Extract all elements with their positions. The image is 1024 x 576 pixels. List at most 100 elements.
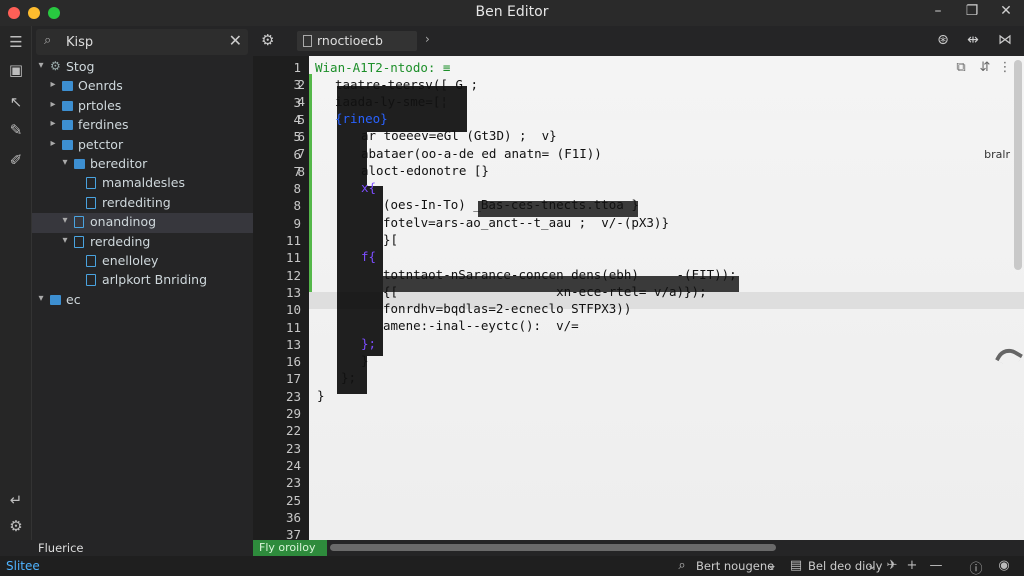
move-icon[interactable]: ⇹ — [963, 32, 983, 48]
minus-icon[interactable]: — — [928, 558, 944, 573]
code-line: {[ xn-ece-rtel= v/a)}); — [383, 284, 707, 299]
minimize-icon[interactable]: – — [928, 3, 948, 19]
tab-active[interactable]: rnoctioecb — [297, 31, 417, 51]
chevron-down-icon[interactable]: ▾ — [36, 60, 46, 71]
line-number: 16 — [285, 354, 301, 370]
tree-item[interactable]: rerdediting — [32, 194, 253, 213]
tree-item[interactable]: ▸ Oenrds — [32, 77, 253, 96]
code-line: ar toeeev=eGl (Gt3D) ; v} — [361, 128, 557, 143]
gear-icon[interactable]: ⚙ — [261, 31, 274, 49]
tree-item-label: ec — [66, 291, 81, 307]
vertical-scrollbar[interactable] — [1014, 60, 1022, 270]
file-icon — [86, 196, 96, 209]
search-input[interactable] — [66, 32, 216, 52]
status-left[interactable]: Slitee — [6, 559, 40, 573]
chevron-down-icon[interactable]: ▾ — [60, 235, 70, 246]
chevron-down-icon[interactable]: ⌄ — [764, 558, 780, 573]
file-icon — [86, 177, 96, 190]
tree-item-label: arlpkort Bnriding — [102, 272, 208, 288]
horizontal-scrollbar[interactable] — [330, 544, 776, 551]
clear-search-icon[interactable]: ✕ — [229, 31, 242, 50]
edit-icon[interactable]: ✐ — [4, 148, 28, 172]
tree-item[interactable]: enelloley — [32, 252, 253, 271]
more-icon[interactable]: ⋮ — [997, 60, 1013, 75]
chevron-right-icon[interactable]: ▸ — [48, 99, 58, 110]
chevron-right-icon[interactable]: ▸ — [48, 79, 58, 90]
open-preview-icon[interactable]: ⧉ — [953, 60, 969, 75]
tree-item-label: mamaldesles — [102, 175, 185, 191]
explorer-icon[interactable]: ▣ — [4, 58, 28, 82]
line-number-secondary: 4 — [297, 94, 305, 110]
gear-icon: ⚙ — [50, 59, 61, 73]
chevron-right-icon[interactable]: › — [425, 32, 430, 46]
panel-tab-active[interactable]: Fly oroiloy — [253, 540, 327, 556]
chevron-down-icon[interactable]: ▾ — [60, 215, 70, 226]
close-icon[interactable]: ✕ — [996, 3, 1016, 19]
line-number-secondary: 6 — [297, 128, 305, 144]
arrow-icon[interactable]: ↖ — [4, 90, 28, 114]
status-item[interactable]: Bert nougene — [696, 559, 774, 573]
folder-icon — [50, 294, 61, 305]
code-line: } — [361, 353, 369, 368]
chevron-down-icon[interactable]: ▾ — [36, 293, 46, 304]
folder-icon — [74, 158, 85, 169]
code-line: f{ — [361, 249, 377, 264]
split-editor-icon[interactable]: ⇵ — [977, 60, 993, 75]
panel-label[interactable]: Fluerice — [38, 541, 84, 555]
tree-item-label: enelloley — [102, 252, 159, 268]
tree-item[interactable]: ▾ bereditor — [32, 155, 253, 174]
line-number: 8 — [293, 181, 301, 197]
tree-item[interactable]: ▸ prtoles — [32, 97, 253, 116]
code-editor[interactable]: 1 3 3 4 5 6 7 8 8 9 11 11 12 13 10 11 13 16 17 23 29 22 23 24 23… — [253, 56, 1024, 542]
line-number: 11 — [285, 250, 301, 266]
code-line: taatre-teersv([ G ; — [335, 77, 478, 92]
file-icon — [74, 216, 84, 229]
add-icon[interactable]: + — [904, 558, 920, 573]
code-line: Wian-A1T2-ntodo: ≡ — [315, 60, 451, 75]
file-icon — [86, 274, 96, 287]
pin-icon[interactable]: ✈ — [884, 558, 900, 573]
tree-item-label: ferdines — [78, 117, 129, 133]
line-number-gutter: 1 3 3 4 5 6 7 8 8 9 11 11 12 13 10 11 13 16 17 23 29 22 23 24 23… — [253, 56, 309, 542]
line-number: 11 — [285, 319, 301, 335]
grid-icon[interactable]: ▤ — [788, 558, 804, 573]
tree-item[interactable]: ▾ rerdeding — [32, 233, 253, 252]
chevron-down-icon[interactable]: ▾ — [60, 157, 70, 168]
code-line: } — [317, 388, 325, 403]
split-icon[interactable]: ⊛ — [933, 32, 953, 48]
collapse-icon[interactable]: ⋈ — [995, 32, 1015, 48]
tree-item[interactable]: ▸ ferdines — [32, 116, 253, 135]
tree-item[interactable]: ▾ ec — [32, 291, 253, 310]
folder-icon — [62, 120, 73, 131]
line-number: 24 — [285, 457, 301, 473]
settings-icon[interactable]: ⚙ — [4, 514, 28, 538]
code-line: }; — [361, 336, 377, 351]
chevron-right-icon[interactable]: ▸ — [48, 138, 58, 149]
info-icon[interactable]: ⓘ — [968, 558, 984, 576]
tree-item[interactable]: ▾ onandinog — [32, 213, 253, 233]
tree-item[interactable]: ▾ ⚙ Stog — [32, 58, 253, 77]
chevron-right-icon[interactable]: ▸ — [48, 118, 58, 129]
line-number: 23 — [285, 475, 301, 491]
editor-tabs: ⚙ rnoctioecb › ⊛ ⇹ ⋈ — [253, 26, 1024, 56]
file-tree: ▾ ⚙ Stog ▸ Oenrds ▸ prtoles ▸ ferdines ▸ petctor ▾ b… — [32, 58, 253, 310]
code-line: amene:-inal--eyctc(): v/= — [383, 318, 579, 333]
sidebar: ⌕ ✕ ▾ ⚙ Stog ▸ Oenrds ▸ prtoles ▸ ferdines ▸ petct… — [32, 26, 253, 540]
line-number: 23 — [285, 388, 301, 404]
bell-icon[interactable]: ◉ — [996, 558, 1012, 573]
code-line: iaada-ly-sme=[¦ — [335, 94, 448, 109]
line-number: 9 — [293, 215, 301, 231]
search-icon[interactable]: ⌕ — [674, 558, 690, 573]
chevron-down-icon[interactable]: ⌄ — [864, 558, 880, 573]
menu-icon[interactable]: ☰ — [4, 30, 28, 54]
tree-item[interactable]: mamaldesles — [32, 174, 253, 193]
line-number: 22 — [285, 423, 301, 439]
tree-item-label: onandinog — [90, 214, 157, 230]
line-number: 17 — [285, 371, 301, 387]
code-line: aloct-edonotre [} — [361, 163, 489, 178]
tree-item[interactable]: ▸ petctor — [32, 136, 253, 155]
pen-icon[interactable]: ✎ — [4, 118, 28, 142]
tree-item[interactable]: arlpkort Bnriding — [32, 271, 253, 290]
return-icon[interactable]: ↵ — [4, 488, 28, 512]
restore-icon[interactable]: ❐ — [962, 3, 982, 19]
